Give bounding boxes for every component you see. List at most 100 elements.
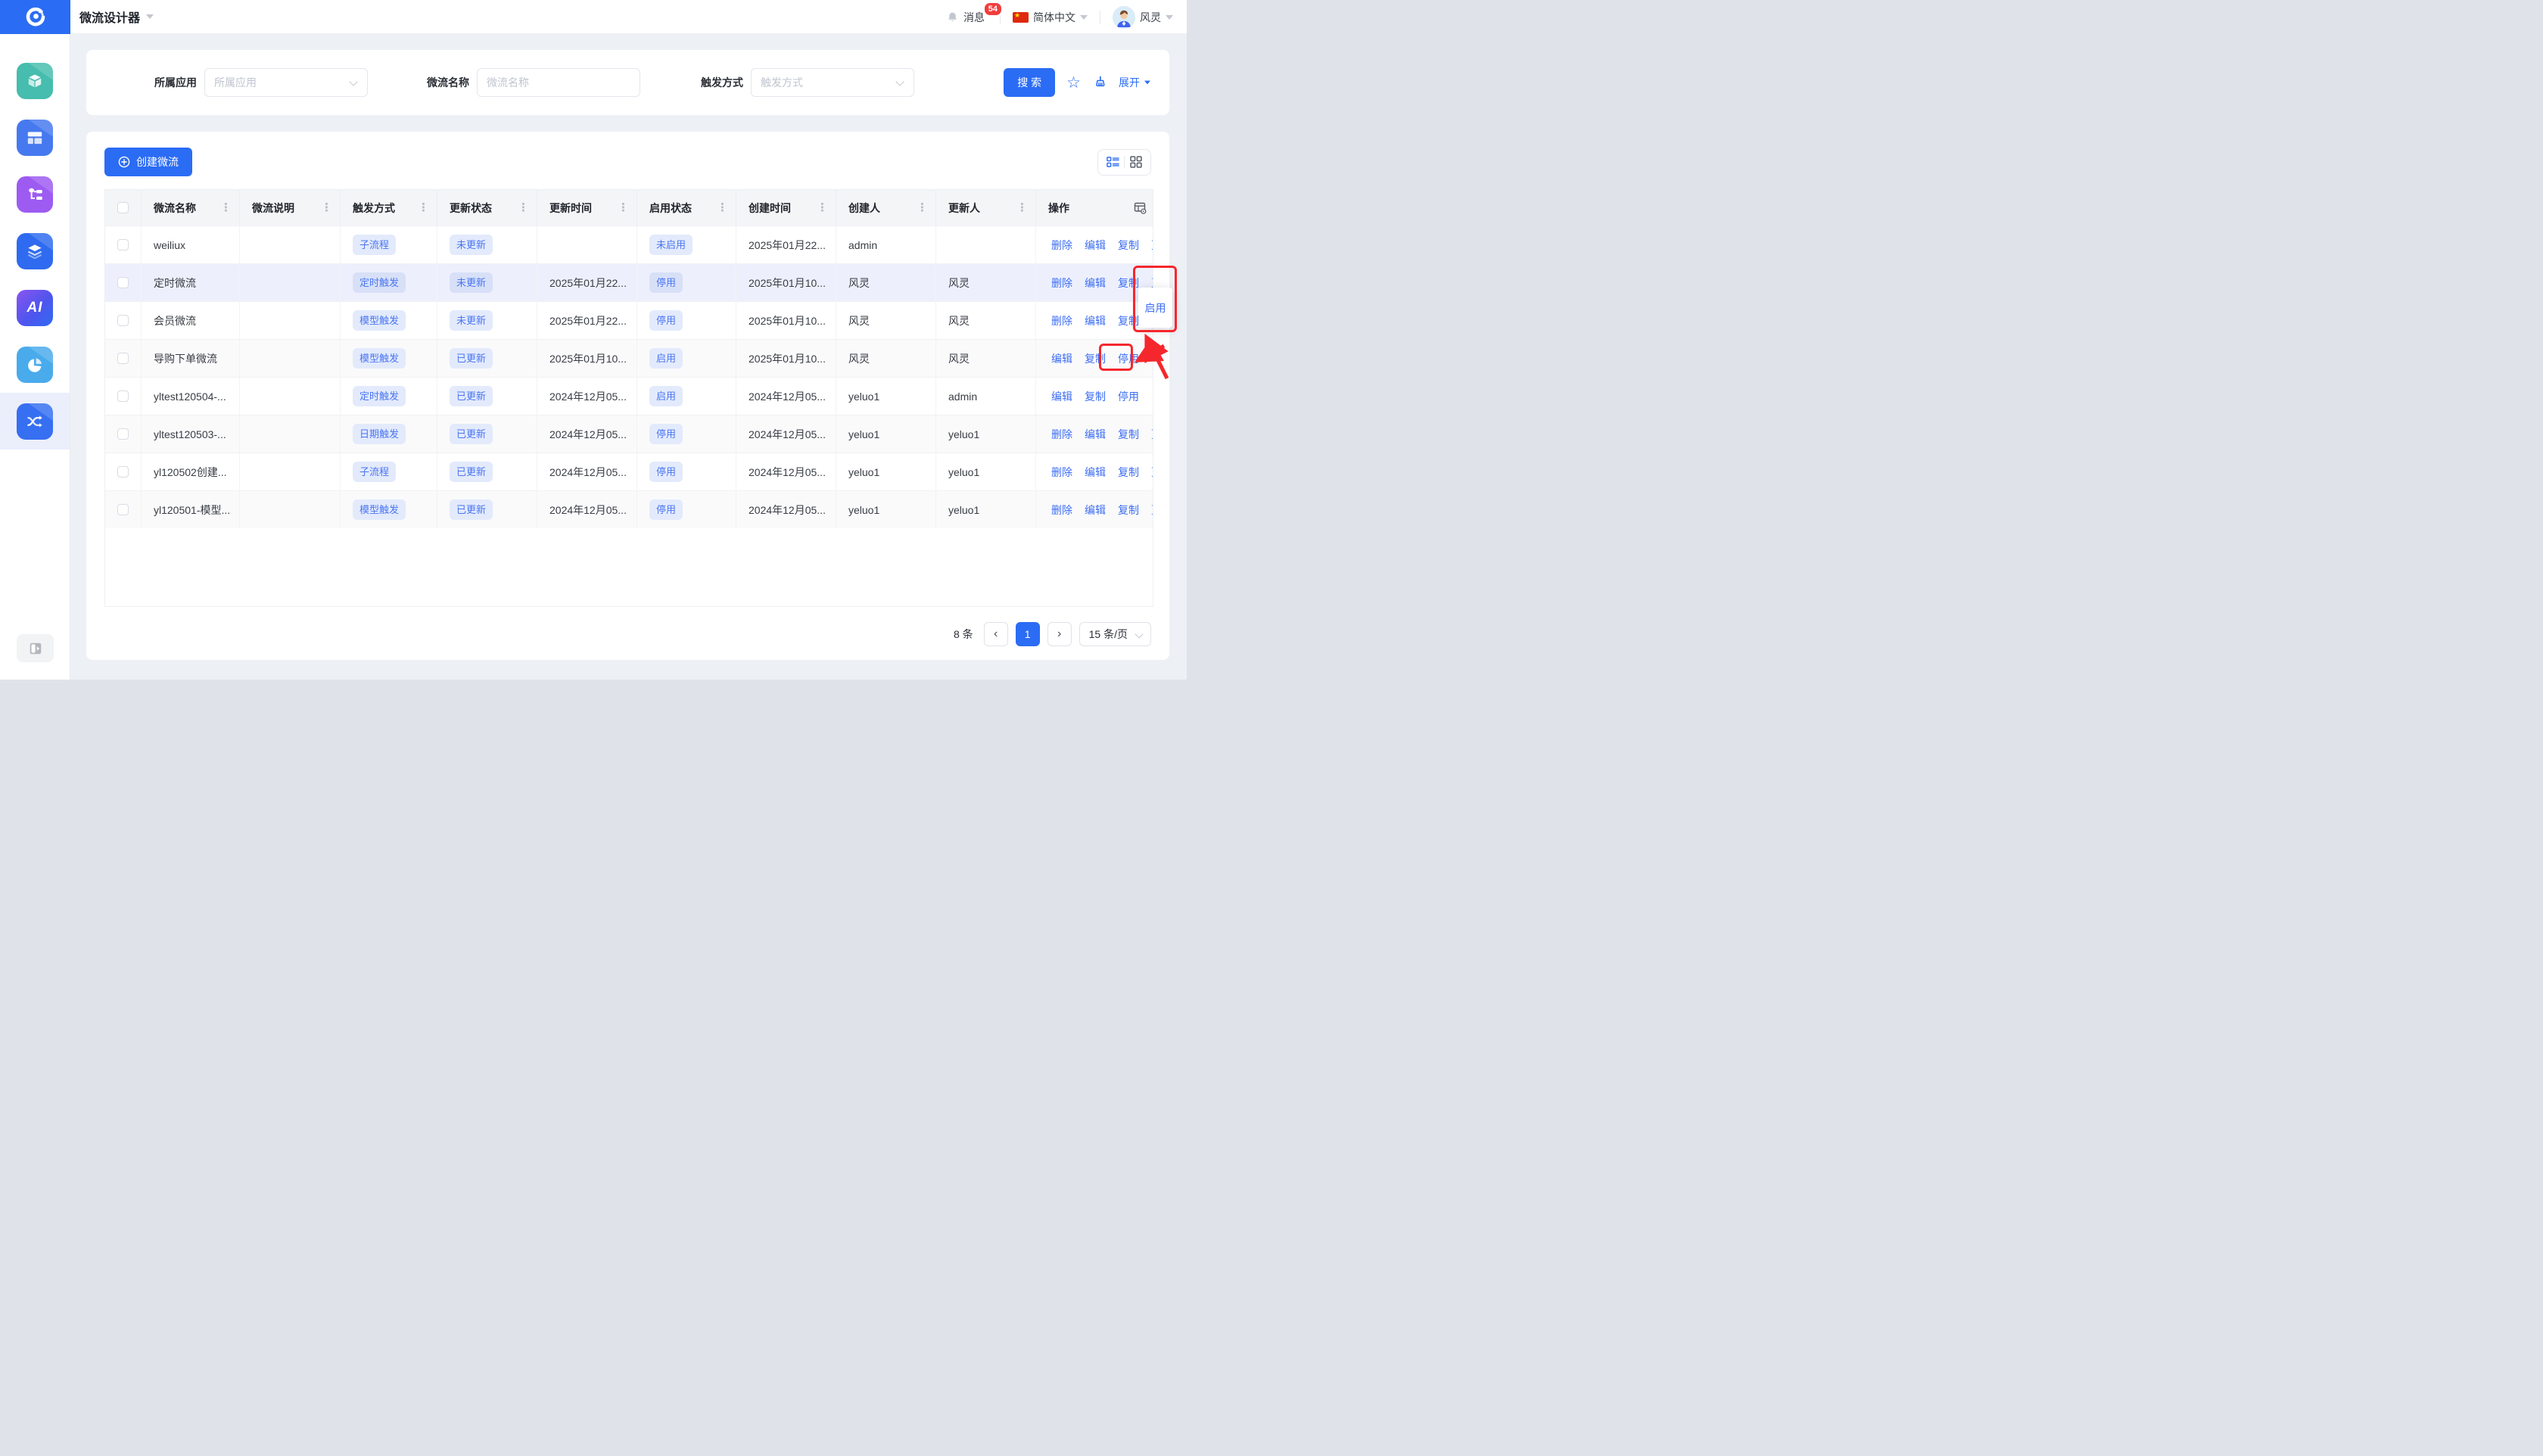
- action-delete[interactable]: 删除: [1051, 502, 1072, 518]
- list-view-button[interactable]: [1101, 156, 1124, 168]
- row-checkbox[interactable]: [117, 315, 129, 326]
- grid-view-button[interactable]: [1125, 156, 1147, 168]
- action-edit[interactable]: 编辑: [1085, 313, 1106, 328]
- row-checkbox[interactable]: [117, 277, 129, 288]
- action-copy[interactable]: 复制: [1118, 465, 1139, 480]
- table-row[interactable]: weiliux 子流程 未更新 未启用 2025年01月22... admin …: [105, 226, 1153, 263]
- column-menu-icon[interactable]: ⋮: [416, 201, 431, 215]
- clear-brush-icon[interactable]: [1092, 75, 1107, 90]
- app-title-dropdown[interactable]: 微流设计器: [79, 8, 154, 26]
- notifications-button[interactable]: 消息 54: [946, 10, 988, 25]
- action-delete[interactable]: 删除: [1051, 238, 1072, 253]
- action-disable[interactable]: 停用: [1118, 351, 1139, 366]
- sidebar-item-pie-chart[interactable]: [0, 336, 70, 393]
- search-button[interactable]: 搜 索: [1004, 68, 1055, 97]
- row-checkbox[interactable]: [117, 466, 129, 478]
- bell-icon: [946, 11, 959, 24]
- action-copy[interactable]: 复制: [1085, 389, 1106, 404]
- row-checkbox[interactable]: [117, 239, 129, 250]
- trigger-select[interactable]: 触发方式: [751, 68, 914, 97]
- table-row[interactable]: 导购下单微流 模型触发 已更新 2025年01月10... 启用 2025年01…: [105, 339, 1153, 377]
- column-menu-icon[interactable]: ⋮: [815, 201, 830, 215]
- cell-updater: admin: [936, 378, 1036, 415]
- action-delete[interactable]: 删除: [1051, 275, 1072, 291]
- column-menu-icon[interactable]: ⋮: [1015, 201, 1029, 215]
- row-checkbox[interactable]: [117, 353, 129, 364]
- app-logo[interactable]: [0, 0, 70, 34]
- column-settings-icon[interactable]: [1134, 202, 1147, 214]
- action-edit[interactable]: 编辑: [1051, 351, 1072, 366]
- cell-update-status: 已更新: [437, 491, 537, 528]
- row-checkbox-cell: [105, 302, 142, 339]
- action-delete[interactable]: 删除: [1051, 427, 1072, 442]
- action-edit[interactable]: 编辑: [1085, 427, 1106, 442]
- app-select[interactable]: 所属应用: [204, 68, 368, 97]
- microflow-name-input[interactable]: [487, 76, 630, 89]
- filter-label-app: 所属应用: [151, 75, 197, 90]
- sidebar-item-layers[interactable]: [0, 222, 70, 279]
- action-disable[interactable]: 停用: [1118, 389, 1139, 404]
- sidebar-collapse-button[interactable]: [17, 634, 54, 662]
- filter-group-name: 微流名称: [424, 68, 640, 97]
- enable-action-popup: 启用: [1138, 288, 1172, 328]
- sidebar-item-ai[interactable]: AI: [0, 279, 70, 336]
- row-checkbox-cell: [105, 264, 142, 301]
- row-checkbox[interactable]: [117, 390, 129, 402]
- prev-page-button[interactable]: ‹: [984, 622, 1008, 646]
- row-checkbox[interactable]: [117, 428, 129, 440]
- sidebar-item-layout[interactable]: [0, 109, 70, 166]
- enable-status-badge: 停用: [649, 424, 683, 444]
- create-microflow-button[interactable]: 创建微流: [104, 148, 192, 176]
- select-all-checkbox[interactable]: [117, 202, 129, 213]
- action-copy[interactable]: 复制: [1118, 238, 1139, 253]
- column-menu-icon[interactable]: ⋮: [715, 201, 730, 215]
- column-menu-icon[interactable]: ⋮: [319, 201, 334, 215]
- chevron-down-icon: [349, 77, 357, 86]
- table-row[interactable]: yl120501-模型... 模型触发 已更新 2024年12月05... 停用…: [105, 490, 1153, 528]
- shuffle-icon: [17, 403, 53, 440]
- table-row[interactable]: 定时微流 定时触发 未更新 2025年01月22... 停用 2025年01月1…: [105, 263, 1153, 301]
- action-edit[interactable]: 编辑: [1085, 275, 1106, 291]
- table-row[interactable]: 会员微流 模型触发 未更新 2025年01月22... 停用 2025年01月1…: [105, 301, 1153, 339]
- favorite-star-icon[interactable]: ☆: [1066, 75, 1081, 91]
- action-edit[interactable]: 编辑: [1085, 502, 1106, 518]
- action-edit[interactable]: 编辑: [1051, 389, 1072, 404]
- action-more[interactable]: 更: [1151, 465, 1153, 480]
- action-more[interactable]: 更: [1151, 502, 1153, 518]
- action-copy[interactable]: 复制: [1118, 275, 1139, 291]
- next-page-button[interactable]: ›: [1047, 622, 1072, 646]
- action-copy[interactable]: 复制: [1118, 313, 1139, 328]
- popup-enable-action[interactable]: 启用: [1145, 300, 1166, 316]
- header-checkbox-cell: [105, 190, 142, 226]
- action-copy[interactable]: 复制: [1118, 502, 1139, 518]
- column-menu-icon[interactable]: ⋮: [616, 201, 630, 215]
- cell-create-time: 2024年12月05...: [736, 415, 836, 453]
- table-row[interactable]: yltest120504-... 定时触发 已更新 2024年12月05... …: [105, 377, 1153, 415]
- column-menu-icon[interactable]: ⋮: [219, 201, 233, 215]
- sidebar-item-flowchart[interactable]: [0, 166, 70, 222]
- row-checkbox[interactable]: [117, 504, 129, 515]
- sidebar-item-microflow[interactable]: [0, 393, 70, 450]
- page-size-select[interactable]: 15 条/页: [1079, 622, 1151, 646]
- action-copy[interactable]: 复制: [1085, 351, 1106, 366]
- action-delete[interactable]: 删除: [1051, 465, 1072, 480]
- action-more[interactable]: 更: [1151, 427, 1153, 442]
- update-status-badge: 已更新: [450, 348, 493, 369]
- current-page-button[interactable]: 1: [1016, 622, 1040, 646]
- action-copy[interactable]: 复制: [1118, 427, 1139, 442]
- action-edit[interactable]: 编辑: [1085, 465, 1106, 480]
- table-row[interactable]: yltest120503-... 日期触发 已更新 2024年12月05... …: [105, 415, 1153, 453]
- update-status-badge: 已更新: [450, 462, 493, 482]
- table-row[interactable]: yl120502创建... 子流程 已更新 2024年12月05... 停用 2…: [105, 453, 1153, 490]
- action-edit[interactable]: 编辑: [1085, 238, 1106, 253]
- column-menu-icon[interactable]: ⋮: [915, 201, 929, 215]
- row-checkbox-cell: [105, 378, 142, 415]
- column-menu-icon[interactable]: ⋮: [516, 201, 531, 215]
- expand-toggle[interactable]: 展开: [1119, 75, 1151, 90]
- action-delete[interactable]: 删除: [1051, 313, 1072, 328]
- language-selector[interactable]: ★ 简体中文: [1013, 10, 1088, 25]
- user-menu[interactable]: 风灵: [1113, 6, 1173, 29]
- action-more[interactable]: 更: [1151, 238, 1153, 253]
- update-status-badge: 已更新: [450, 499, 493, 520]
- sidebar-item-cube[interactable]: [0, 52, 70, 109]
